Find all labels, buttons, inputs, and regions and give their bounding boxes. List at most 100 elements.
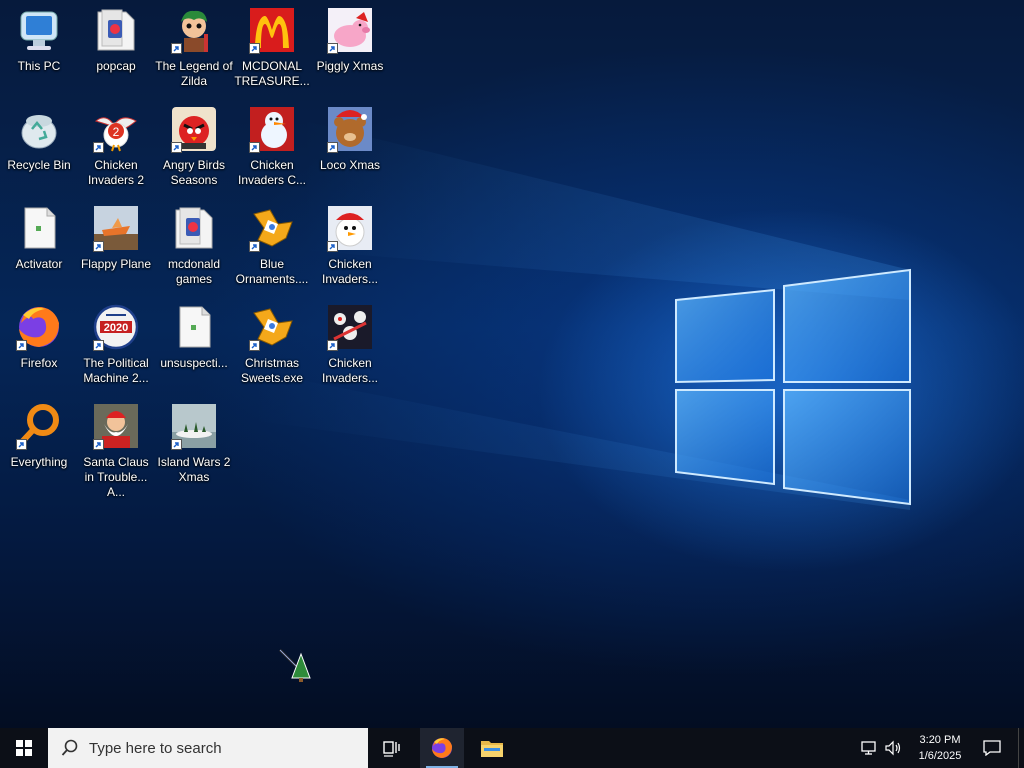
show-desktop-button[interactable]: [1018, 728, 1024, 768]
folder-icon: [481, 741, 503, 757]
desktop-icon[interactable]: Blue Ornaments....: [233, 198, 311, 287]
firefox-icon: [15, 303, 63, 351]
desktop-icon[interactable]: mcdonald games: [155, 198, 233, 287]
xmas-chicken-icon: [326, 204, 374, 252]
desktop-icon[interactable]: This PC: [0, 0, 78, 74]
mouse-cursor: [278, 648, 314, 684]
notification-icon: [983, 740, 1001, 756]
desktop-icon-label: The Legend of Zilda: [155, 59, 233, 88]
desktop-icon-label: Blue Ornaments....: [235, 257, 309, 286]
desktop-icon[interactable]: Chicken Invaders...: [311, 198, 389, 287]
desktop-icon[interactable]: Angry Birds Seasons: [155, 99, 233, 188]
folder-icon: [92, 6, 140, 54]
search-icon: [61, 739, 78, 756]
shortcut-arrow-icon: [249, 340, 260, 351]
shortcut-arrow-icon: [327, 43, 338, 54]
windows-icon: [16, 740, 32, 756]
desktop-icon-label: Chicken Invaders C...: [237, 158, 307, 187]
desktop-icon-label: Chicken Invaders 2: [87, 158, 145, 187]
taskbar-clock[interactable]: 3:20 PM 1/6/2025: [905, 728, 975, 768]
action-center-button[interactable]: [976, 728, 1008, 768]
shortcut-arrow-icon: [171, 43, 182, 54]
desktop-icon[interactable]: Island Wars 2 Xmas: [155, 396, 233, 485]
clock-date: 1/6/2025: [918, 750, 962, 762]
shortcut-arrow-icon: [171, 142, 182, 153]
desktop-icon-label: Piggly Xmas: [316, 59, 384, 73]
search-input[interactable]: [87, 738, 351, 758]
document-icon: [15, 204, 63, 252]
desktop-icon-label: Chicken Invaders...: [321, 356, 379, 385]
desktop-icon[interactable]: Chicken Invaders...: [311, 297, 389, 386]
desktop-icon[interactable]: unsuspecti...: [155, 297, 233, 371]
desktop-icon-label: Activator: [15, 257, 63, 271]
shortcut-arrow-icon: [249, 43, 260, 54]
desktop-icon-label: popcap: [96, 59, 136, 73]
mcdonalds-logo-icon: [248, 6, 296, 54]
desktop-icon[interactable]: Christmas Sweets.exe: [233, 297, 311, 386]
shortcut-arrow-icon: [327, 340, 338, 351]
desktop-icon-label: Santa Claus in Trouble... A...: [83, 455, 149, 499]
taskbar-file-explorer-button[interactable]: [470, 728, 514, 768]
desktop-icon[interactable]: Flappy Plane: [77, 198, 155, 272]
taskbar: 3:20 PM 1/6/2025: [0, 728, 1024, 768]
desktop-icon[interactable]: Loco Xmas: [311, 99, 389, 173]
desktop-icon[interactable]: 2 Chicken Invaders 2: [77, 99, 155, 188]
shortcut-arrow-icon: [16, 439, 27, 450]
teddy-bear-icon: [326, 105, 374, 153]
desktop-icon-label: Island Wars 2 Xmas: [157, 455, 231, 484]
firefox-icon: [432, 738, 452, 758]
svg-text:2: 2: [113, 125, 120, 139]
desktop-icon-label: Christmas Sweets.exe: [240, 356, 304, 385]
taskbar-search-box[interactable]: [48, 728, 368, 768]
clock-time: 3:20 PM: [919, 734, 961, 746]
desktop-icon[interactable]: Activator: [0, 198, 78, 272]
island-icon: [170, 402, 218, 450]
desktop-icon-label: Loco Xmas: [319, 158, 381, 172]
desktop-icon[interactable]: The Legend of Zilda: [155, 0, 233, 89]
desktop-icon-label: Everything: [10, 455, 68, 469]
desktop-icon[interactable]: Piggly Xmas: [311, 0, 389, 74]
shortcut-arrow-icon: [93, 142, 104, 153]
desktop-icon[interactable]: popcap: [77, 0, 155, 74]
desktop-icon-label: Recycle Bin: [7, 158, 71, 172]
folder-icon: [170, 204, 218, 252]
desktop-icon[interactable]: Firefox: [0, 297, 78, 371]
desktop-icon[interactable]: Santa Claus in Trouble... A...: [77, 396, 155, 500]
desktop-icon-label: Flappy Plane: [80, 257, 152, 271]
shortcut-arrow-icon: [327, 241, 338, 252]
space-chicken-icon: [326, 303, 374, 351]
pig-icon: [326, 6, 374, 54]
desktop-icon-label: mcdonald games: [167, 257, 221, 286]
computer-icon: [15, 6, 63, 54]
recycle-bin-icon: [15, 105, 63, 153]
angry-bird-icon: [170, 105, 218, 153]
desktop-icon[interactable]: Recycle Bin: [0, 99, 78, 173]
desktop-icon[interactable]: 2020 The Political Machine 2...: [77, 297, 155, 386]
shortcut-arrow-icon: [249, 142, 260, 153]
plane-icon: [92, 204, 140, 252]
political-2020-icon: 2020: [92, 303, 140, 351]
shortcut-arrow-icon: [16, 340, 27, 351]
taskbar-firefox-button[interactable]: [420, 728, 464, 768]
speaker-icon: [885, 740, 901, 756]
shortcut-arrow-icon: [249, 241, 260, 252]
chicken-icon: 2: [92, 105, 140, 153]
start-button[interactable]: [0, 728, 48, 768]
snowman-icon: [248, 105, 296, 153]
game-character-icon: [170, 6, 218, 54]
desktop-icon-label: unsuspecti...: [160, 356, 228, 370]
desktop-icon-label: Chicken Invaders...: [321, 257, 379, 286]
desktop-icon[interactable]: Everything: [0, 396, 78, 470]
document-icon: [170, 303, 218, 351]
shortcut-arrow-icon: [93, 439, 104, 450]
network-icon: [861, 741, 876, 755]
network-tray-button[interactable]: [858, 728, 882, 768]
task-view-icon: [383, 741, 400, 757]
shortcut-arrow-icon: [93, 241, 104, 252]
svg-text:2020: 2020: [104, 322, 128, 334]
desktop-icon[interactable]: MCDONAL TREASURE...: [233, 0, 311, 89]
task-view-button[interactable]: [370, 728, 414, 768]
volume-tray-button[interactable]: [882, 728, 906, 768]
santa-icon: [92, 402, 140, 450]
desktop-icon[interactable]: Chicken Invaders C...: [233, 99, 311, 188]
